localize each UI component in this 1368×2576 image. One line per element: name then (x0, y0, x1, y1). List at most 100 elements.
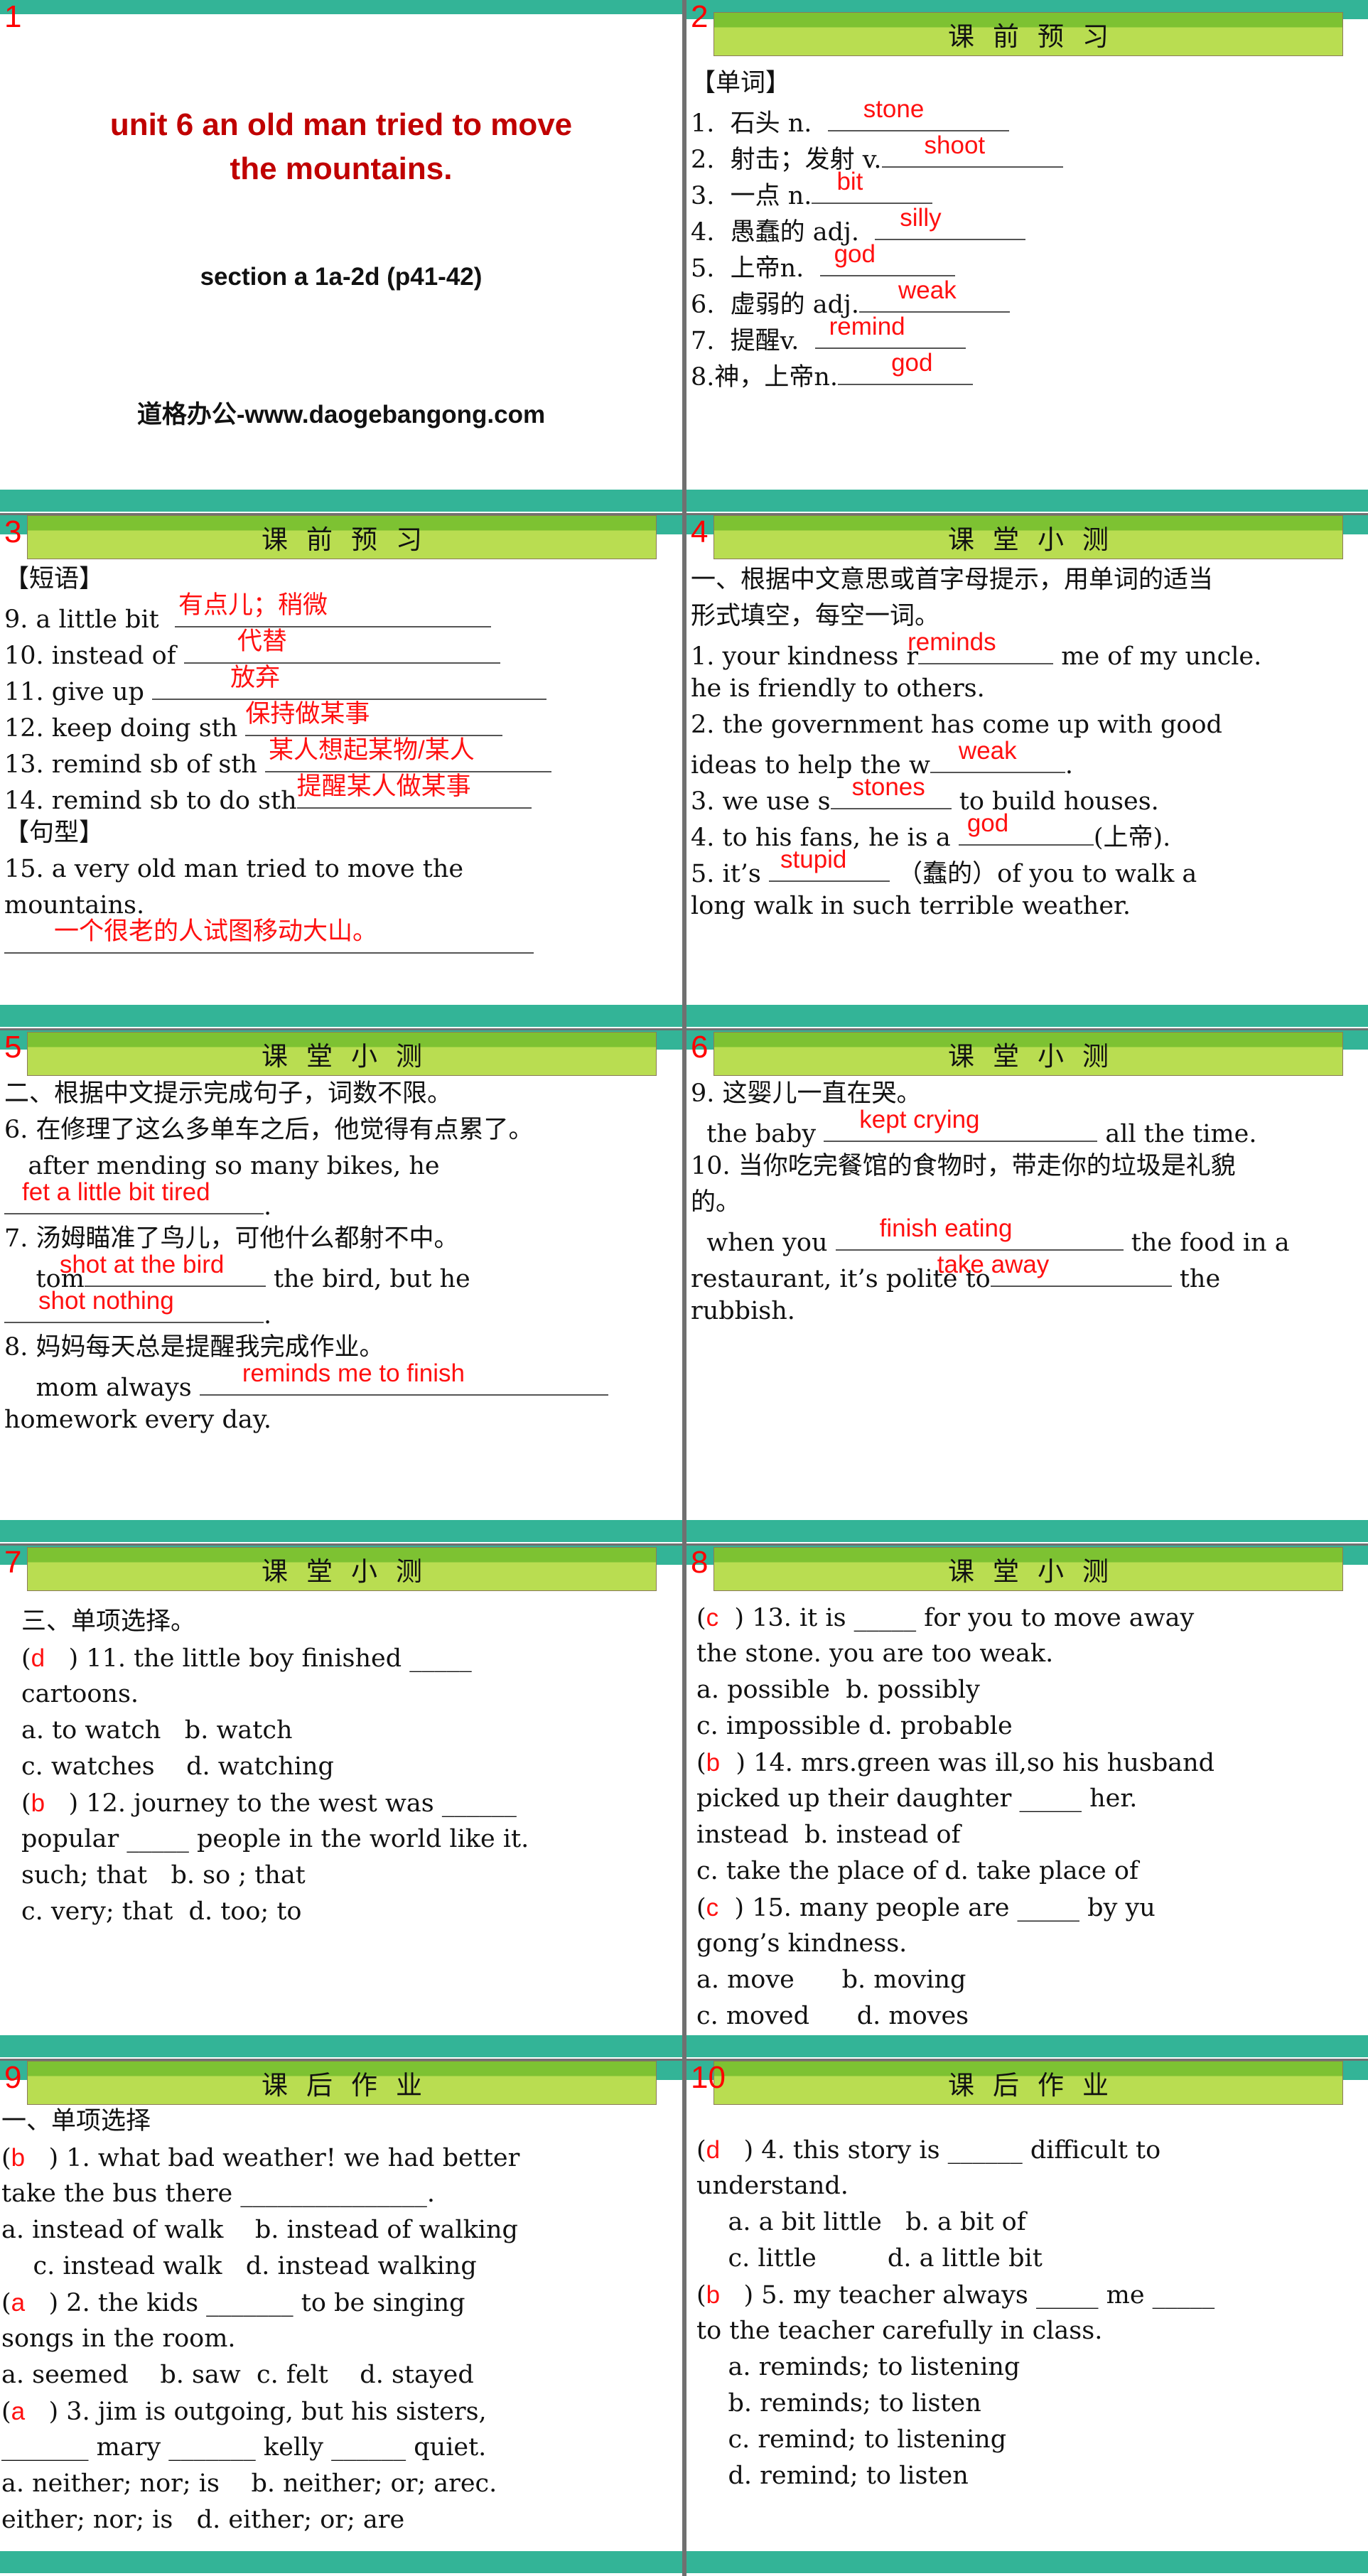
answer-text: finish eating (879, 1214, 1013, 1242)
answer-text: god (834, 240, 876, 268)
line-text: ) 3. jim is outgoing, but his sisters, (41, 2398, 487, 2426)
section-header: 课堂小测 (713, 1547, 1343, 1591)
slide-body: 【单词】 1. 石头 n. stone 2. 射击；发射 v. shoot 3. … (691, 65, 1364, 392)
section-header-text: 课前预习 (262, 524, 441, 555)
bottom-bar (686, 2035, 1368, 2057)
question-line: he is friendly to others. (691, 674, 985, 703)
line-text: take the bus there _______________. (1, 2179, 435, 2208)
section-header-text: 课后作业 (262, 2070, 441, 2101)
section-header-text: 课堂小测 (262, 1041, 441, 1072)
selected-answer: b (11, 2144, 26, 2172)
question-options: c. very; that d. too; to (21, 1897, 302, 1926)
answer-blank: 一个很老的人试图移动大山。 (4, 917, 534, 954)
section-header: 课堂小测 (27, 1547, 657, 1591)
question-line: understand. (696, 2168, 1364, 2204)
instruction: 三、单项选择。 (21, 1607, 196, 1636)
slide-number: 2 (691, 0, 709, 34)
answer-blank: fet a little bit tired (4, 1178, 264, 1214)
section-header: 课堂小测 (713, 515, 1343, 559)
answer-text: god (966, 809, 1009, 837)
question-line: a. neither; nor; is b. neither; or; arec… (1, 2466, 678, 2502)
slide-body: 一、单项选择 (b ) 1. what bad weather! we had … (1, 2103, 678, 2538)
selected-answer: a (11, 2289, 26, 2317)
question-line: c. remind; to listening (696, 2422, 1364, 2458)
vocab-item: 8.神，上帝n. god (691, 349, 1364, 392)
question-stem: (b ) 1. what bad weather! we had better (1, 2144, 520, 2172)
slide-3[interactable]: 3 课前预习 【短语】 9. a little bit 有点儿；稍微 10. i… (0, 515, 682, 1028)
question-line: restaurant, it’s polite to take away the (691, 1251, 1364, 1293)
slide-number: 7 (4, 1546, 22, 1580)
question-stem: (b ) 12. journey to the west was ______ (21, 1789, 517, 1818)
line-text: ) 5. my teacher always _____ me _____ (736, 2281, 1215, 2310)
answer-blank: god (958, 809, 1094, 846)
question-line: d. remind; to listen (696, 2458, 1364, 2494)
section-header: 课堂小测 (27, 1032, 657, 1076)
answer-text: take away (937, 1251, 1050, 1278)
vocab-item: 4. 愚蠢的 adj. silly (691, 204, 1364, 247)
section-header: 课后作业 (713, 2061, 1343, 2105)
question-line: the baby kept crying all the time. (691, 1106, 1364, 1148)
answer-text: silly (900, 204, 942, 232)
slide-1[interactable]: 1 unit 6 an old man tried to move the mo… (0, 0, 682, 513)
instruction: 二、根据中文提示完成句子，词数不限。 (4, 1079, 453, 1108)
answer-blank: stupid (769, 846, 890, 882)
question-stem: (a ) 3. jim is outgoing, but his sisters… (1, 2398, 487, 2426)
top-bar (0, 0, 682, 14)
slide-8[interactable]: 8 课堂小测 (c ) 13. it is _____ for you to m… (686, 1546, 1368, 2059)
question-options: such; that b. so ; that (21, 1861, 306, 1890)
answer-text: 提醒某人做某事 (296, 772, 471, 800)
slide-body: 【短语】 9. a little bit 有点儿；稍微 10. instead … (4, 561, 678, 960)
title-line-2: the mountains. (230, 151, 453, 186)
selected-answer: d (31, 1644, 45, 1672)
section-header-text: 课后作业 (948, 2070, 1127, 2101)
answer-line: shot nothing. (4, 1287, 678, 1330)
answer-text: kept crying (859, 1106, 980, 1133)
section-header: 课前预习 (713, 12, 1343, 56)
question-stem: (a ) 2. the kids _______ to be singing (1, 2289, 465, 2317)
question-line: 1. your kindness r reminds me of my uncle… (691, 628, 1364, 671)
slide-number: 8 (691, 1546, 709, 1580)
slide-body: 二、根据中文提示完成句子，词数不限。 6. 在修理了这么多单车之后，他觉得有点累… (4, 1076, 678, 1438)
answer-blank: shot nothing (4, 1287, 264, 1323)
line-text: d. remind; to listen (696, 2462, 969, 2490)
slide-5[interactable]: 5 课堂小测 二、根据中文提示完成句子，词数不限。 6. 在修理了这么多单车之后… (0, 1030, 682, 1543)
line-text: a. instead of walk b. instead of walking (1, 2216, 518, 2244)
answer-text: 某人想起某物/某人 (269, 736, 475, 764)
answer-text: 有点儿；稍微 (178, 591, 328, 619)
slide-2[interactable]: 2 课前预习 【单词】 1. 石头 n. stone 2. 射击；发射 v. sh… (686, 0, 1368, 513)
question-line: 5. it’s stupid （蠢的）of you to walk a (691, 846, 1364, 888)
site-credit: 道格办公-www.daogebangong.com (136, 401, 546, 429)
section-header: 课前预习 (27, 515, 657, 559)
selected-answer: c (706, 1894, 719, 1922)
line-text: _______ mary _______ kelly ______ quiet. (1, 2433, 487, 2462)
answer-text: 一个很老的人试图移动大山。 (54, 917, 378, 945)
selected-answer: d (706, 2136, 721, 2164)
line-text: b. reminds; to listen (696, 2389, 981, 2418)
slide-9[interactable]: 9 课后作业 一、单项选择 (b ) 1. what bad weather! … (0, 2061, 682, 2576)
slide-4[interactable]: 4 课堂小测 一、根据中文意思或首字母提示，用单词的适当 形式填空，每空一词。 … (686, 515, 1368, 1028)
vocab-item: 6. 虚弱的 adj. weak (691, 276, 1364, 319)
line-text: c. instead walk d. instead walking (1, 2252, 477, 2280)
line-text: ) 2. the kids _______ to be singing (41, 2289, 465, 2317)
slide-6[interactable]: 6 课堂小测 9. 这婴儿一直在哭。 the baby kept crying … (686, 1030, 1368, 1543)
section-label: 【句型】 (4, 819, 104, 847)
question-lines: (b ) 1. what bad weather! we had better t… (1, 2140, 678, 2538)
question-line: long walk in such terrible weather. (691, 892, 1131, 920)
answer-text: shoot (924, 131, 986, 159)
question-options: a. possible b. possibly (696, 1676, 980, 1704)
answer-text: god (891, 349, 933, 377)
question-line: to the teacher carefully in class. (696, 2313, 1364, 2349)
answer-blank: reminds me to finish (199, 1359, 608, 1396)
question-line: mom always reminds me to finish (4, 1359, 678, 1402)
selected-answer: c (706, 1604, 719, 1632)
slide-7[interactable]: 7 课堂小测 三、单项选择。 (d ) 11. the little boy f… (0, 1546, 682, 2059)
question-stem: popular _____ people in the world like i… (21, 1825, 529, 1853)
slide-number: 5 (4, 1030, 22, 1065)
question-line: c. instead walk d. instead walking (1, 2248, 678, 2285)
line-text: to the teacher carefully in class. (696, 2317, 1103, 2345)
slide-number: 3 (4, 515, 22, 549)
question-line: a. instead of walk b. instead of walking (1, 2212, 678, 2248)
slide-10[interactable]: 10 课后作业 (d ) 4. this story is ______ dif… (686, 2061, 1368, 2576)
answer-line: fet a little bit tired. (4, 1178, 678, 1221)
answer-text: stone (863, 95, 925, 123)
